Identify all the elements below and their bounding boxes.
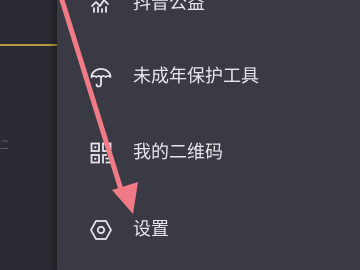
- settings-hexagon-icon: [89, 218, 113, 242]
- menu-item-charity[interactable]: 抖音公益: [57, 0, 360, 30]
- menu-item-label: 我的二维码: [133, 142, 223, 163]
- qr-code-icon: [89, 141, 113, 165]
- menu-item-my-qr-code[interactable]: 我的二维码: [57, 127, 360, 179]
- menu-item-label: 未成年保护工具: [133, 66, 259, 87]
- menu-item-label: 抖音公益: [133, 0, 205, 14]
- background-feed-panel: 二: [0, 0, 57, 270]
- menu-item-minor-protection[interactable]: 未成年保护工具: [57, 51, 360, 103]
- charity-heart-icon: [89, 0, 113, 16]
- menu-item-settings[interactable]: 设置: [57, 204, 360, 256]
- side-drawer-menu: 抖音公益 未成年保护工具 我的二维码 设置: [57, 0, 360, 270]
- background-edge-text: 二: [0, 138, 8, 152]
- menu-item-label: 设置: [133, 219, 169, 240]
- umbrella-icon: [89, 65, 113, 89]
- divider-line: [0, 44, 57, 46]
